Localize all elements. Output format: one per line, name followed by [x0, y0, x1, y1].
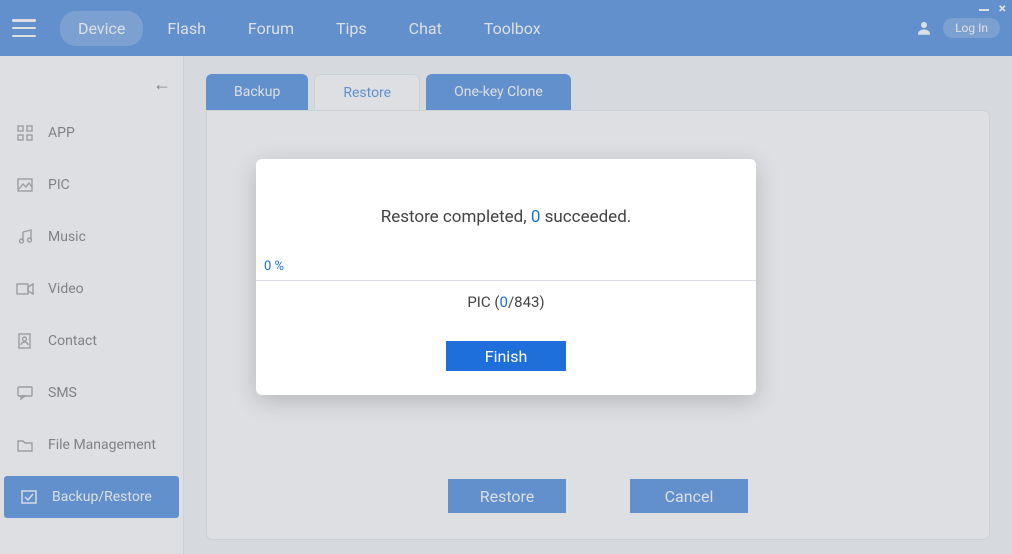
pic-progress: PIC (0/843): [467, 293, 544, 311]
progress-bar: [256, 280, 756, 281]
progress-percent: 0 %: [264, 259, 284, 274]
finish-button[interactable]: Finish: [446, 341, 566, 371]
modal-message: Restore completed, 0 succeeded.: [381, 207, 632, 227]
modal-overlay: Restore completed, 0 succeeded. 0 % PIC …: [0, 0, 1012, 554]
restore-complete-dialog: Restore completed, 0 succeeded. 0 % PIC …: [256, 159, 756, 395]
